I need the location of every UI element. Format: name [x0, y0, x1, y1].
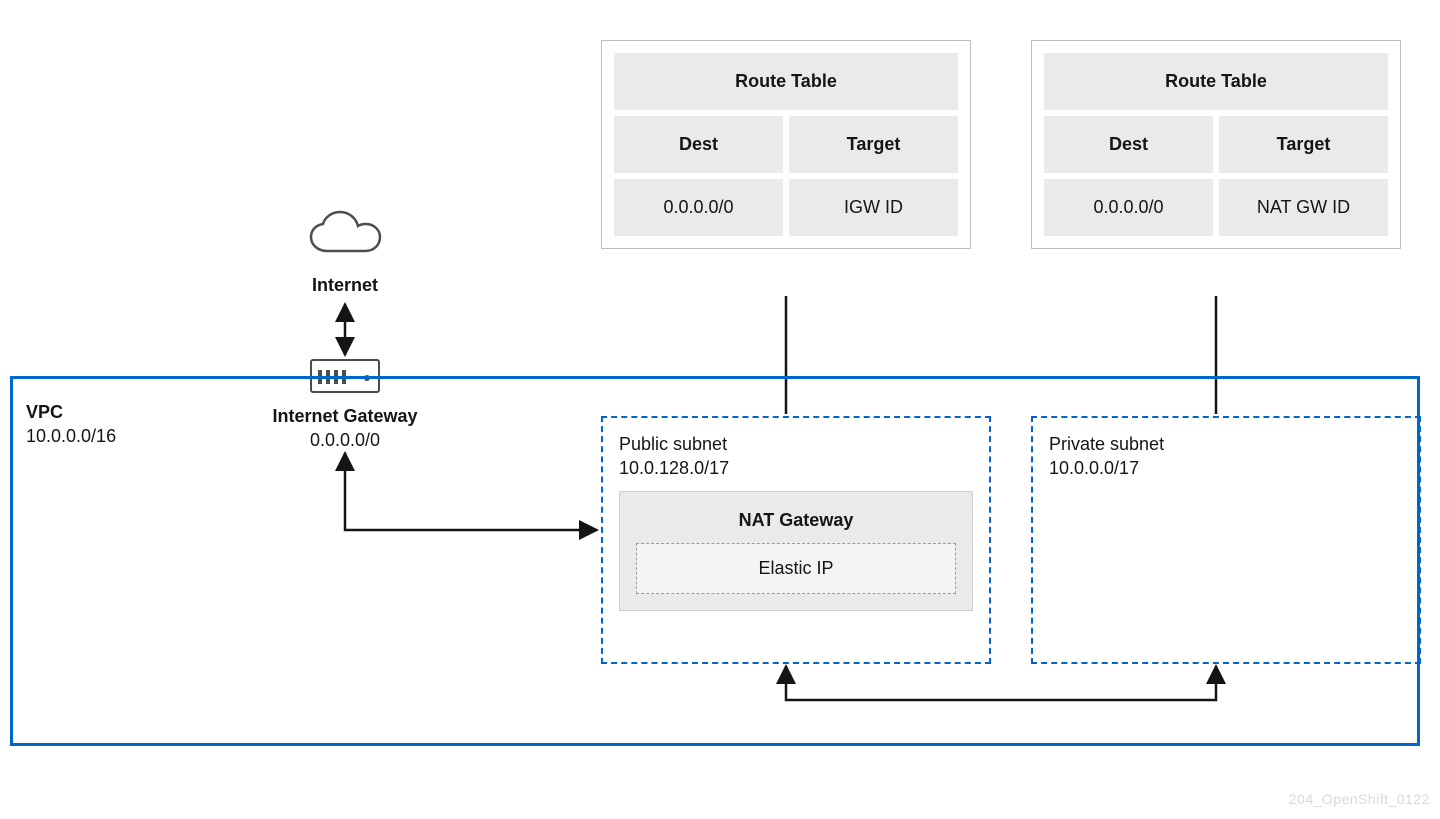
rt-col-dest: Dest [614, 116, 783, 173]
private-subnet-label: Private subnet 10.0.0.0/17 [1049, 432, 1403, 481]
rt-cell-target: IGW ID [789, 179, 958, 236]
diagram-stage: Internet Internet Gateway 0.0.0.0/0 Rout… [0, 0, 1440, 819]
rt-col-target: Target [789, 116, 958, 173]
route-table-title: Route Table [1044, 53, 1388, 110]
rt-cell-target: NAT GW ID [1219, 179, 1388, 236]
route-table-private: Route Table Dest Target 0.0.0.0/0 NAT GW… [1031, 40, 1401, 249]
public-subnet-cidr: 10.0.128.0/17 [619, 456, 973, 480]
vpc-label: VPC 10.0.0.0/16 [26, 400, 116, 449]
nat-gateway-title: NAT Gateway [636, 506, 956, 543]
rt-col-dest: Dest [1044, 116, 1213, 173]
internet-label: Internet [303, 275, 387, 296]
elastic-ip-box: Elastic IP [636, 543, 956, 594]
vpc-title: VPC [26, 400, 116, 424]
rt-col-target: Target [1219, 116, 1388, 173]
private-subnet: Private subnet 10.0.0.0/17 [1031, 416, 1421, 664]
nat-gateway-box: NAT Gateway Elastic IP [619, 491, 973, 611]
public-subnet: Public subnet 10.0.128.0/17 NAT Gateway … [601, 416, 991, 664]
public-subnet-title: Public subnet [619, 432, 973, 456]
route-table-public: Route Table Dest Target 0.0.0.0/0 IGW ID [601, 40, 971, 249]
private-subnet-cidr: 10.0.0.0/17 [1049, 456, 1403, 480]
rt-cell-dest: 0.0.0.0/0 [614, 179, 783, 236]
rt-cell-dest: 0.0.0.0/0 [1044, 179, 1213, 236]
route-table-title: Route Table [614, 53, 958, 110]
vpc-cidr: 10.0.0.0/16 [26, 424, 116, 448]
public-subnet-label: Public subnet 10.0.128.0/17 [619, 432, 973, 481]
watermark-text: 204_OpenShift_0122 [1289, 791, 1430, 807]
cloud-icon [303, 207, 387, 259]
private-subnet-title: Private subnet [1049, 432, 1403, 456]
